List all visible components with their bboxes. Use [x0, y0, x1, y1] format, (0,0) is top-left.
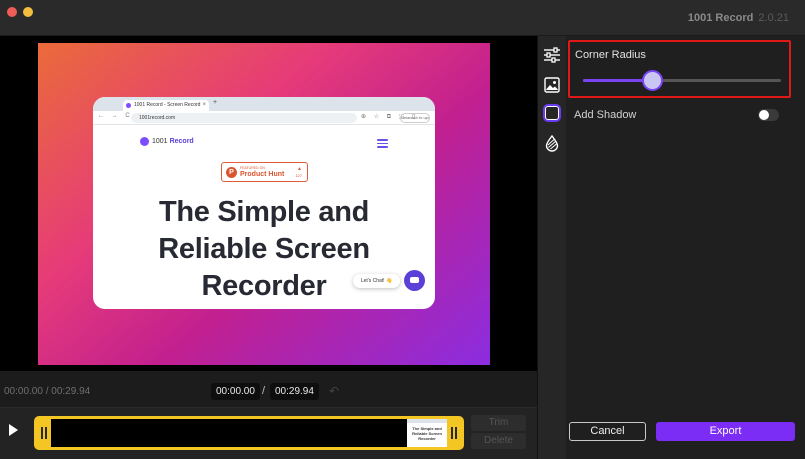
chat-bubble-icon: [404, 270, 425, 291]
settings-panel: Corner Radius Add Shadow Cancel Export: [566, 36, 805, 459]
trim-button[interactable]: Trim: [471, 415, 526, 431]
app-name: 1001 Record: [687, 12, 754, 24]
playback-position: 00:00.00 / 00:29.94: [4, 386, 91, 397]
browser-tab-title: 1001 Record - Screen Record: [134, 102, 201, 108]
logo-mark-icon: [140, 137, 149, 146]
favicon-icon: [126, 103, 131, 108]
close-window-button[interactable]: [7, 7, 17, 17]
browser-address-bar: ← → C 1001record.com ⊕ ☆ ⧉ ⬚ ▯ Relaunch …: [93, 111, 435, 125]
toggle-knob: [759, 110, 769, 120]
chat-prompt: Let's Chat! 👋: [353, 274, 400, 288]
title-bar: 1001 Record 2.0.21: [0, 0, 805, 36]
site-logo-name: Record: [169, 138, 194, 145]
add-shadow-label: Add Shadow: [574, 109, 637, 121]
preview-canvas: 1001 Record - Screen Record × + ← → C 10…: [38, 43, 490, 365]
undo-icon[interactable]: ↶: [329, 384, 339, 398]
badge-caption: FEATURED ON: [240, 166, 265, 170]
play-icon[interactable]: [9, 424, 18, 436]
product-hunt-icon: P: [226, 167, 237, 178]
frame-icon[interactable]: [543, 104, 561, 122]
upvote-count: 127: [295, 173, 302, 178]
recorded-browser-window: 1001 Record - Screen Record × + ← → C 10…: [93, 97, 435, 309]
corner-radius-slider[interactable]: [583, 70, 781, 91]
trim-range[interactable]: The Simple and Reliable Screen Recorder: [34, 416, 464, 450]
timeline-thumbnail: The Simple and Reliable Screen Recorder: [407, 419, 447, 447]
app-version: 2.0.21: [758, 12, 789, 24]
time-separator: /: [262, 385, 266, 397]
site-logo: 1001 Record: [140, 137, 194, 146]
site-logo-prefix: 1001: [152, 138, 168, 145]
trim-start-handle[interactable]: [37, 419, 51, 447]
image-icon[interactable]: [543, 76, 561, 94]
corner-radius-label: Corner Radius: [575, 49, 646, 61]
browser-tab-strip: 1001 Record - Screen Record × +: [93, 97, 435, 111]
site-headline: The Simple and Reliable Screen Recorder: [93, 194, 435, 305]
badge-name: Product Hunt: [240, 171, 285, 178]
headline-line: The Simple and: [158, 196, 370, 228]
browser-nav-icons: ← → C: [98, 113, 133, 119]
headline-line: Reliable Screen: [158, 233, 370, 265]
delete-button[interactable]: Delete: [471, 433, 526, 449]
browser-relaunch-button: Relaunch to update: [400, 113, 430, 123]
timeline: The Simple and Reliable Screen Recorder …: [0, 407, 537, 459]
playback-bar: 00:00.00 / 00:29.94 00:00.00 / 00:29.94 …: [0, 371, 537, 407]
trim-end-handle[interactable]: [447, 419, 461, 447]
drop-icon[interactable]: [543, 134, 561, 152]
cancel-button[interactable]: Cancel: [569, 422, 646, 441]
upvote-arrow-icon: ▲: [297, 166, 302, 172]
current-time-field[interactable]: 00:00.00: [211, 383, 260, 400]
slider-knob[interactable]: [642, 70, 664, 91]
new-tab-icon: +: [213, 99, 218, 106]
browser-url: 1001record.com: [131, 113, 357, 123]
adjust-sliders-icon[interactable]: [543, 46, 561, 64]
tool-rail: [538, 36, 566, 459]
thumbnail-text: The Simple and Reliable Screen Recorder: [412, 426, 442, 441]
add-shadow-toggle[interactable]: [758, 109, 779, 121]
browser-tab: 1001 Record - Screen Record ×: [123, 100, 209, 111]
export-button[interactable]: Export: [656, 422, 795, 441]
corner-radius-section: Corner Radius: [568, 40, 791, 98]
hamburger-menu-icon: [377, 139, 388, 150]
product-hunt-badge: P FEATURED ON Product Hunt ▲ 127: [221, 162, 308, 182]
app-title: 1001 Record 2.0.21: [688, 12, 789, 24]
tab-close-icon: ×: [202, 102, 206, 108]
preview-stage: 1001 Record - Screen Record × + ← → C 10…: [0, 36, 537, 371]
minimize-window-button[interactable]: [23, 7, 33, 17]
duration-field[interactable]: 00:29.94: [270, 383, 319, 400]
